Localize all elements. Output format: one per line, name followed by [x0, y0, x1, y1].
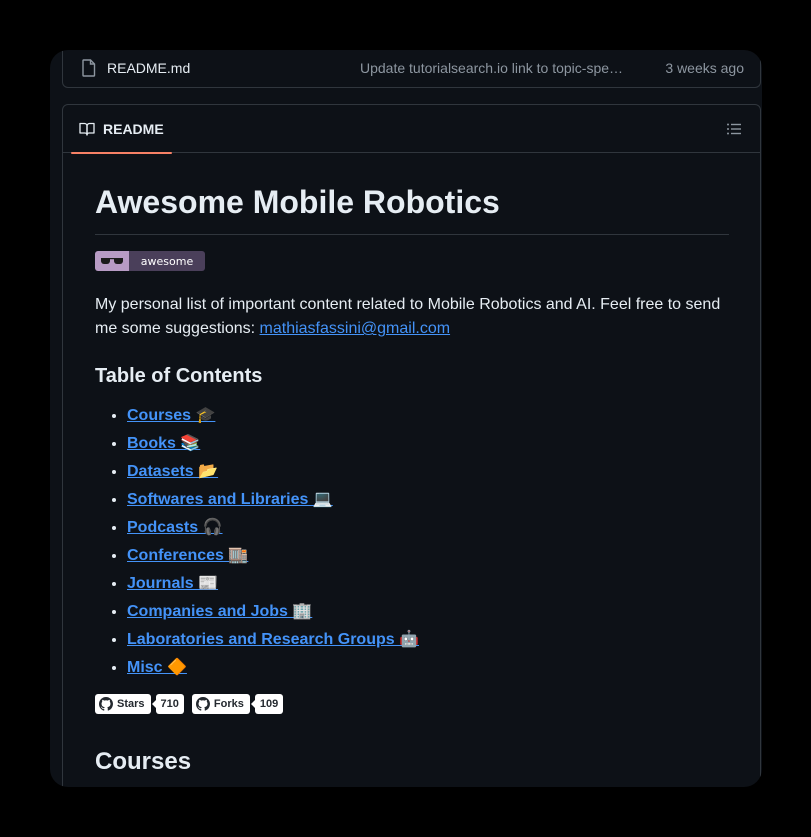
forks-count: 109 — [250, 694, 284, 715]
list-item: Softwares and Libraries 💻 — [127, 486, 729, 514]
readme-content: Awesome Mobile Robotics awesome My perso… — [95, 184, 729, 776]
book-icon — [79, 121, 95, 137]
page-title: Awesome Mobile Robotics — [95, 184, 729, 236]
toc-link-books[interactable]: Books 📚 — [127, 435, 200, 452]
readme-header: README — [63, 105, 760, 154]
stars-count: 710 — [151, 694, 184, 715]
github-badges: Stars 710 Forks 109 — [95, 694, 729, 715]
stars-badge[interactable]: Stars 710 — [95, 694, 184, 715]
awesome-badge[interactable]: awesome — [95, 251, 205, 272]
commit-time: 3 weeks ago — [665, 59, 744, 76]
toc-list: Courses 🎓 Books 📚 Datasets 📂 Softwares a… — [95, 402, 729, 682]
toc-link-journals[interactable]: Journals 📰 — [127, 575, 218, 592]
list-item: Datasets 📂 — [127, 458, 729, 486]
forks-label-text: Forks — [213, 698, 244, 711]
list-item: Misc 🔶 — [127, 654, 729, 682]
section-heading-courses: Courses — [95, 748, 192, 776]
toc-link-podcasts[interactable]: Podcasts 🎧 — [127, 519, 223, 536]
toc-link-conferences[interactable]: Conferences 🏬 — [127, 547, 248, 564]
list-icon[interactable] — [726, 121, 742, 137]
list-item: Journals 📰 — [127, 570, 729, 598]
list-item: Courses 🎓 — [127, 402, 729, 430]
github-logo-icon — [195, 697, 210, 711]
toc-link-datasets[interactable]: Datasets 📂 — [127, 463, 218, 480]
github-logo-icon — [99, 697, 113, 711]
toc-heading: Table of Contents — [95, 365, 263, 388]
readme-panel: README Awesome Mobile Robotics awesome M… — [62, 104, 761, 787]
awesome-badge-label: awesome — [129, 251, 205, 272]
list-item: Podcasts 🎧 — [127, 514, 729, 542]
tab-readme-label: README — [103, 120, 164, 137]
repo-window: README.md Update tutorialsearch.io link … — [50, 50, 762, 787]
toc-link-laboratories[interactable]: Laboratories and Research Groups 🤖 — [127, 631, 419, 648]
file-name[interactable]: README.md — [107, 60, 360, 76]
stars-badge-label: Stars — [95, 694, 151, 715]
tab-readme[interactable]: README — [63, 105, 180, 154]
email-link[interactable]: mathiasfassini@gmail.com — [260, 320, 451, 337]
forks-badge-label: Forks — [191, 694, 250, 715]
toc-link-softwares[interactable]: Softwares and Libraries 💻 — [127, 491, 333, 508]
list-item: Laboratories and Research Groups 🤖 — [127, 626, 729, 654]
forks-badge[interactable]: Forks 109 — [191, 694, 284, 715]
toc-link-misc[interactable]: Misc 🔶 — [127, 659, 187, 676]
stars-label-text: Stars — [117, 698, 145, 711]
tab-active-indicator — [71, 151, 172, 154]
file-row-readme[interactable]: README.md Update tutorialsearch.io link … — [62, 50, 761, 88]
list-item: Conferences 🏬 — [127, 542, 729, 570]
description: My personal list of important content re… — [95, 293, 729, 341]
toc-link-companies[interactable]: Companies and Jobs 🏢 — [127, 603, 312, 620]
list-item: Books 📚 — [127, 430, 729, 458]
toc-link-courses[interactable]: Courses 🎓 — [127, 407, 215, 424]
commit-message[interactable]: Update tutorialsearch.io link to topic-s… — [360, 60, 630, 76]
list-item: Companies and Jobs 🏢 — [127, 598, 729, 626]
file-icon — [81, 58, 97, 77]
sunglasses-icon — [95, 251, 129, 272]
